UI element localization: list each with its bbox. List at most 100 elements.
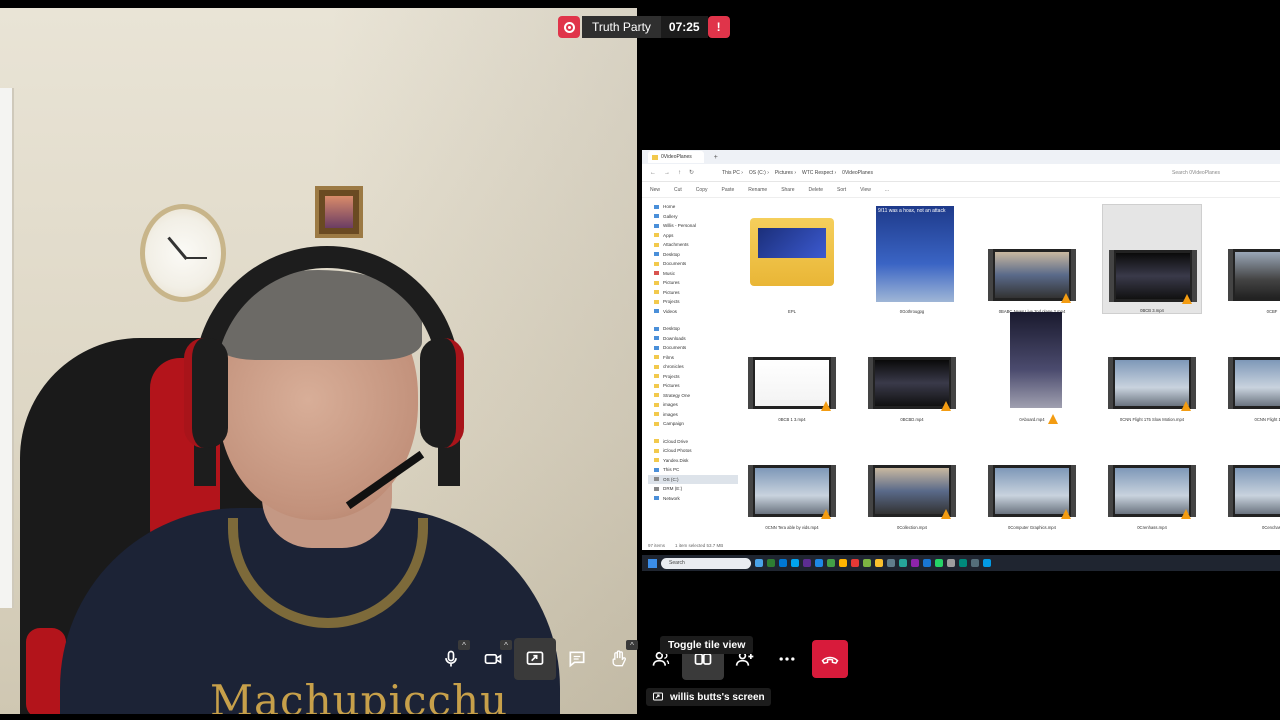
file-item[interactable]: 0CBF: [1222, 204, 1280, 314]
refresh-button[interactable]: ↻: [689, 169, 694, 176]
file-item[interactable]: EPL: [742, 204, 842, 314]
sidebar-item-label: Willis - Personal: [663, 223, 696, 229]
sidebar-item[interactable]: Films: [648, 353, 738, 363]
sidebar-item[interactable]: Projects: [648, 372, 738, 382]
file-item[interactable]: 0Crenhass.mp4: [1102, 420, 1202, 530]
sidebar-item[interactable]: iCloud Drive: [648, 437, 738, 447]
breadcrumb-item[interactable]: This PC ›: [722, 170, 743, 176]
sidebar-item-label: Network: [663, 495, 680, 501]
sidebar-item[interactable]: Music: [648, 269, 738, 279]
command-paste[interactable]: Paste: [721, 187, 734, 193]
explorer-sidebar: Home Gallery Willis - Personal Apps Attachme…: [648, 202, 738, 512]
search-input[interactable]: Search 0VideoPlanes: [1172, 168, 1272, 178]
chevron-up-icon[interactable]: ^: [626, 640, 638, 650]
file-item[interactable]: 0BABC News Live 2nd plane 2.mp4: [982, 204, 1082, 314]
sidebar-item[interactable]: images: [648, 410, 738, 420]
file-item[interactable]: 0Collection.mp4: [862, 420, 962, 530]
file-item[interactable]: 0Computer Graphics.mp4: [982, 420, 1082, 530]
folder-icon: [654, 271, 659, 276]
up-button[interactable]: ↑: [678, 170, 681, 176]
file-item[interactable]: 0BCBD.mp4: [862, 312, 962, 422]
sidebar-item[interactable]: OS (C:): [648, 474, 738, 484]
sidebar-item[interactable]: Willis - Personal: [648, 221, 738, 231]
file-name: 0Cenchast: [1261, 525, 1280, 530]
command-share[interactable]: Share: [781, 187, 794, 193]
sidebar-item[interactable]: Attachments: [648, 240, 738, 250]
sidebar-item[interactable]: Apps: [648, 231, 738, 241]
sidebar-item[interactable]: Projects: [648, 297, 738, 307]
folder-icon: [652, 154, 658, 160]
participant-video-tile[interactable]: Machupicchu: [0, 8, 637, 714]
chevron-up-icon[interactable]: ^: [458, 640, 470, 650]
sidebar-item[interactable]: iCloud Photos: [648, 446, 738, 456]
breadcrumb-item[interactable]: WTC Respect ›: [802, 170, 836, 176]
sidebar-item[interactable]: Yandex.Disk: [648, 456, 738, 466]
warning-icon[interactable]: !: [707, 16, 730, 38]
sidebar-item[interactable]: images: [648, 400, 738, 410]
sidebar-item[interactable]: Pictures: [648, 288, 738, 298]
sidebar-item[interactable]: Pictures: [648, 278, 738, 288]
sidebar-item[interactable]: Strategy One: [648, 391, 738, 401]
sidebar-item[interactable]: Videos: [648, 307, 738, 317]
thumbnail-caption: 9/11 was a hoax, not an attack: [878, 208, 946, 214]
sidebar-item[interactable]: Network: [648, 494, 738, 504]
command-rename[interactable]: Rename: [748, 187, 767, 193]
command-[interactable]: ...: [885, 187, 889, 193]
chat-button[interactable]: [556, 638, 598, 680]
breadcrumb-item[interactable]: OS (C:) ›: [749, 170, 769, 176]
camera-button[interactable]: ^: [472, 638, 514, 680]
command-new[interactable]: New: [650, 187, 660, 193]
back-button[interactable]: ←: [650, 170, 656, 176]
file-item[interactable]: 0CNN Flight 175 S: [1222, 312, 1280, 422]
file-item[interactable]: 0CNN Tera able by vids.mp4: [742, 420, 842, 530]
explorer-tab[interactable]: 0VideoPlanes: [648, 151, 704, 163]
shared-taskbar: Search: [642, 555, 1280, 571]
sidebar-item[interactable]: Documents: [648, 343, 738, 353]
folder-icon: [654, 448, 659, 453]
file-item[interactable]: 0CNN Flight 175 Slow Motion.mp4: [1102, 312, 1202, 422]
sidebar-item[interactable]: DRM (E:): [648, 484, 738, 494]
file-item[interactable]: 0Cenchast: [1222, 420, 1280, 530]
video-thumbnail: [1010, 312, 1062, 408]
breadcrumb-item[interactable]: Pictures ›: [775, 170, 796, 176]
breadcrumb-item[interactable]: 0VideoPlanes: [842, 170, 873, 176]
sidebar-item[interactable]: This PC: [648, 465, 738, 475]
sidebar-item[interactable]: Home: [648, 202, 738, 212]
sidebar-item-label: Documents: [663, 345, 687, 351]
sidebar-item[interactable]: Documents: [648, 259, 738, 269]
video-thumbnail: [988, 465, 1076, 519]
sidebar-item[interactable]: chronicles: [648, 362, 738, 372]
microphone-button[interactable]: ^: [430, 638, 472, 680]
command-view[interactable]: View: [860, 187, 871, 193]
recording-icon[interactable]: [558, 16, 580, 38]
screen-share-button[interactable]: [514, 638, 556, 680]
file-item[interactable]: 0BCB 1 3.mp4: [742, 312, 842, 422]
sidebar-item[interactable]: Gallery: [648, 212, 738, 222]
chevron-up-icon[interactable]: ^: [500, 640, 512, 650]
folder-icon: [654, 290, 659, 295]
file-item[interactable]: 0Aboard.mp4: [982, 312, 1082, 424]
sidebar-item[interactable]: Campaign: [648, 419, 738, 429]
command-cut[interactable]: Cut: [674, 187, 682, 193]
selection-info: 1 item selected 53.7 MB: [675, 543, 724, 548]
file-item[interactable]: 0BCB 3.mp4: [1102, 204, 1202, 314]
video-thumbnail: [1109, 250, 1197, 304]
sidebar-item[interactable]: Desktop: [648, 324, 738, 334]
forward-button[interactable]: →: [664, 170, 670, 176]
vlc-cone-icon: [1181, 509, 1191, 519]
folder-icon: [654, 402, 659, 407]
raise-hand-button[interactable]: ^: [598, 638, 640, 680]
vlc-cone-icon: [821, 401, 831, 411]
sidebar-item-label: Yandex.Disk: [663, 457, 689, 463]
folder-icon: [654, 261, 659, 266]
file-item[interactable]: 9/11 was a hoax, not an attack 0Gothrougp…: [862, 204, 962, 314]
more-options-button[interactable]: [766, 638, 808, 680]
command-copy[interactable]: Copy: [696, 187, 708, 193]
hangup-button[interactable]: [812, 640, 848, 678]
sidebar-item[interactable]: Downloads: [648, 334, 738, 344]
command-delete[interactable]: Delete: [809, 187, 823, 193]
command-sort[interactable]: Sort: [837, 187, 846, 193]
sidebar-item[interactable]: Pictures: [648, 381, 738, 391]
sidebar-item[interactable]: Desktop: [648, 250, 738, 260]
new-tab-button[interactable]: +: [714, 154, 718, 161]
